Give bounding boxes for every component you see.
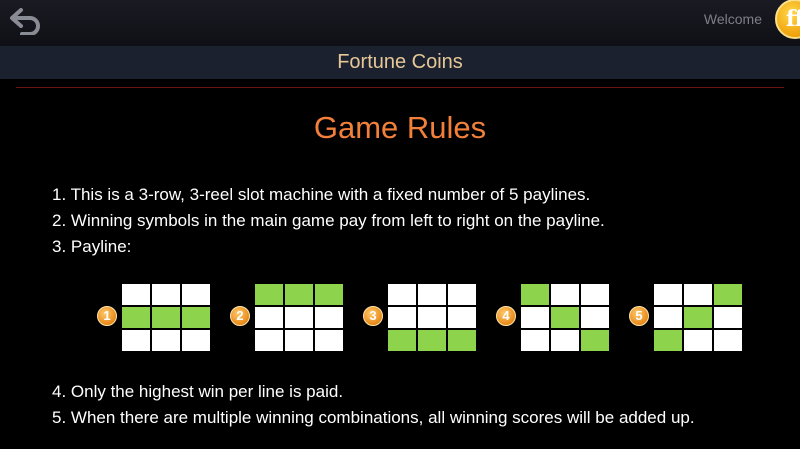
payline-grid [521,284,609,351]
back-button[interactable] [6,4,46,38]
payline-cell [521,307,549,328]
payline-cell [285,330,313,351]
payline-cell-active [448,330,476,351]
payline-cell [182,284,210,305]
payline-cell [285,307,313,328]
payline-cell [448,307,476,328]
rules-heading: Game Rules [313,110,487,145]
payline-cell [654,284,682,305]
payline-cell [315,307,343,328]
payline-cell [182,330,210,351]
payline-number-badge: 5 [629,306,649,326]
payline-cell [122,330,150,351]
payline-cell-active [388,330,416,351]
payline-cell-active [714,284,742,305]
payline-cell [255,307,283,328]
payline-cell [152,330,180,351]
payline-diagrams: 1 2 3 4 5 [0,284,800,352]
payline-cell [122,284,150,305]
coin-symbol: ff [786,6,800,32]
payline-grid [654,284,742,351]
top-bar: Welcome ff [0,0,800,46]
payline-number-badge: 4 [496,306,516,326]
payline-cell [152,284,180,305]
payline-cell [315,330,343,351]
payline-cell-active [182,307,210,328]
payline-grid [255,284,343,351]
payline-cell-active [654,330,682,351]
payline-grid [122,284,210,351]
payline-cell-active [315,284,343,305]
payline-cell-active [285,284,313,305]
payline-cell [418,284,446,305]
title-bar: Fortune Coins [0,46,800,79]
payline-cell [551,330,579,351]
divider [16,87,784,88]
payline-cell [684,284,712,305]
payline-cell [521,330,549,351]
payline-cell-active [255,284,283,305]
rule-item: 5. When there are multiple winning combi… [52,408,695,427]
payline-cell [714,307,742,328]
payline-cell [551,284,579,305]
payline-cell-active [418,330,446,351]
payline-cell-active [122,307,150,328]
back-arrow-icon [10,8,40,35]
welcome-text: Welcome [703,11,762,27]
payline-cell [654,307,682,328]
rule-item: 2. Winning symbols in the main game pay … [52,211,605,230]
payline-cell [388,284,416,305]
payline-number-badge: 2 [230,306,250,326]
payline-number-badge: 1 [97,306,117,326]
payline-cell [581,284,609,305]
payline-cell-active [581,330,609,351]
payline-cell [714,330,742,351]
rule-item: 4. Only the highest win per line is paid… [52,382,344,401]
gold-coin-icon[interactable]: ff [775,0,800,39]
payline-cell-active [152,307,180,328]
payline-cell [684,330,712,351]
payline-cell [581,307,609,328]
payline-cell-active [521,284,549,305]
rules-list-bottom: 4. Only the highest win per line is paid… [52,379,752,431]
payline-cell-active [684,307,712,328]
payline-cell [388,307,416,328]
payline-number-badge: 3 [363,306,383,326]
rule-item: 1. This is a 3-row, 3-reel slot machine … [52,185,591,204]
rules-list-top: 1. This is a 3-row, 3-reel slot machine … [52,182,772,260]
payline-cell [448,284,476,305]
payline-cell-active [551,307,579,328]
payline-cell [255,330,283,351]
payline-grid [388,284,476,351]
game-title: Fortune Coins [337,51,463,73]
payline-cell [418,307,446,328]
rule-item: 3. Payline: [52,237,132,256]
